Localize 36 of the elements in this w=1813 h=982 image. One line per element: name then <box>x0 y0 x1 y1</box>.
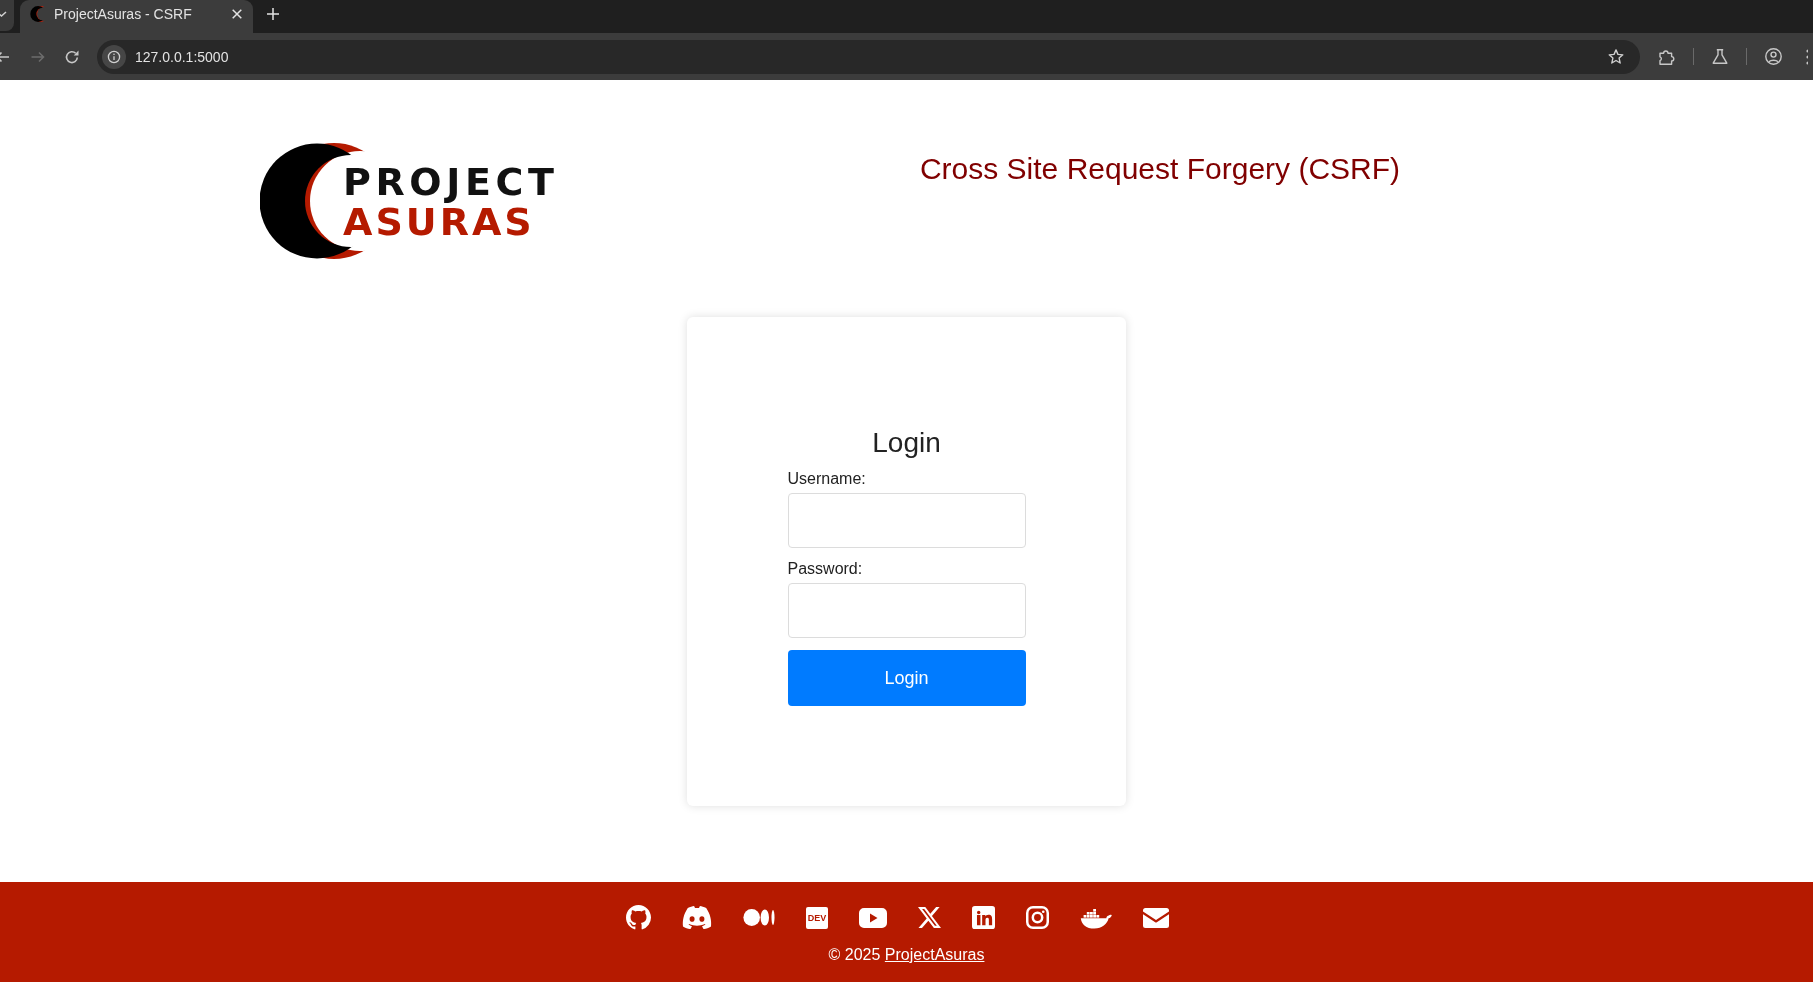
copyright-text: © 2025 ProjectAsuras <box>828 946 985 964</box>
input-field[interactable] <box>787 583 1026 638</box>
info-icon[interactable] <box>102 44 126 69</box>
field-label: Username: <box>787 470 866 488</box>
star-icon[interactable] <box>1608 49 1624 64</box>
check-icon <box>0 10 7 17</box>
mail-icon[interactable] <box>1143 907 1169 928</box>
github-icon[interactable] <box>626 905 651 930</box>
address-bar[interactable]: 127.0.0.1:5000 <box>97 39 1640 74</box>
profile-icon[interactable] <box>1765 48 1782 65</box>
x-logo-icon[interactable] <box>918 907 941 928</box>
browser-tab[interactable]: ProjectAsuras - CSRF <box>20 0 253 33</box>
back-arrow-icon[interactable] <box>0 50 9 63</box>
menu-icon[interactable] <box>1805 48 1808 65</box>
projectasuras-link[interactable]: ProjectAsuras <box>884 946 985 963</box>
field-label: Password: <box>787 560 863 578</box>
crescent-icon <box>30 5 45 22</box>
dev-link[interactable]: DEV <box>806 906 828 929</box>
youtube-icon[interactable] <box>859 907 887 928</box>
flask-icon[interactable] <box>1712 49 1728 64</box>
discord-icon[interactable] <box>682 906 712 929</box>
puzzle-icon[interactable] <box>1659 48 1675 65</box>
logo-text: ASURAS <box>343 202 535 242</box>
linkedin-icon[interactable] <box>972 906 995 929</box>
login-heading: Login <box>871 426 942 460</box>
docker-whale-icon[interactable] <box>1080 906 1112 929</box>
instagram-icon[interactable] <box>1026 906 1049 929</box>
reload-icon[interactable] <box>65 49 79 64</box>
page-title: Cross Site Request Forgery (CSRF) <box>919 151 1401 187</box>
logo-text: PROJECT <box>343 162 559 202</box>
plus-icon[interactable] <box>267 8 279 20</box>
tab-search-button[interactable] <box>0 0 14 31</box>
close-icon[interactable] <box>232 8 242 19</box>
input-field[interactable] <box>787 493 1026 548</box>
medium-icon[interactable] <box>743 909 775 926</box>
login-button[interactable]: Login <box>787 650 1026 706</box>
